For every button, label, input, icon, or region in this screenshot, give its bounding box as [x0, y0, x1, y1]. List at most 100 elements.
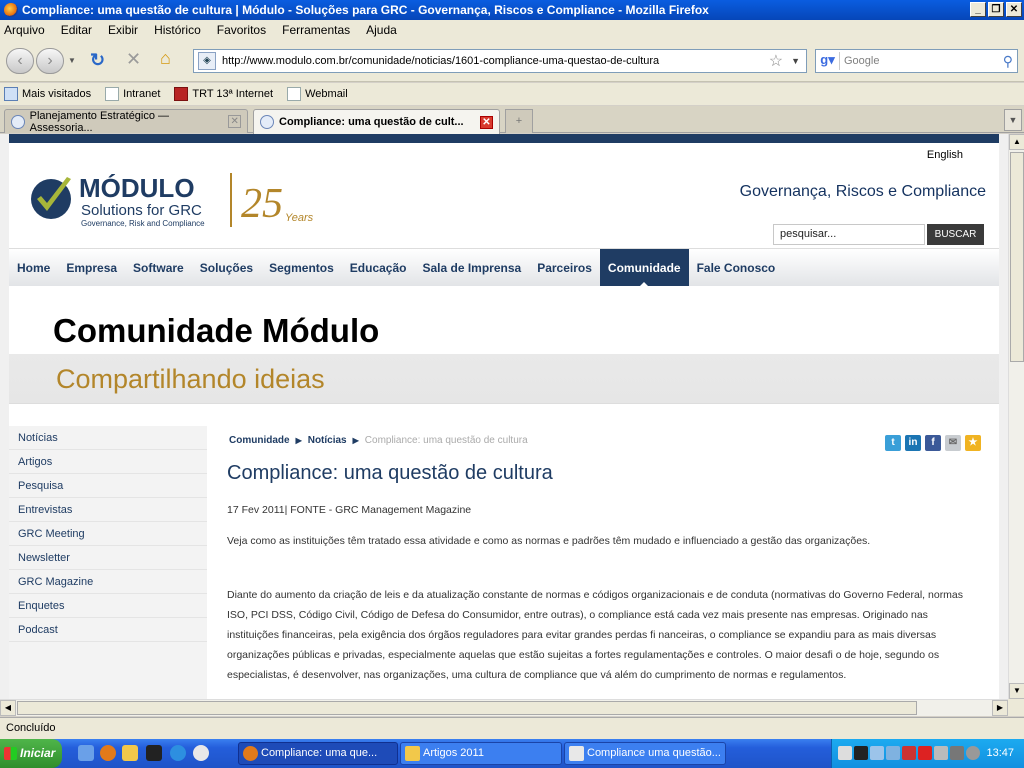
nav-solucoes[interactable]: Soluções: [192, 249, 261, 286]
tab-list-dropdown-icon[interactable]: ▼: [1004, 109, 1022, 131]
url-text[interactable]: http://www.modulo.com.br/comunidade/noti…: [222, 55, 769, 67]
sidebar-item-entrevistas[interactable]: Entrevistas: [9, 498, 207, 522]
url-dropdown-icon[interactable]: ▼: [791, 56, 800, 66]
breadcrumb-noticias[interactable]: Notícias: [308, 435, 347, 446]
tray-app-icon[interactable]: [966, 746, 980, 760]
email-icon[interactable]: ✉: [945, 435, 961, 451]
linkedin-icon[interactable]: in: [905, 435, 921, 451]
new-tab-button[interactable]: +: [505, 109, 533, 133]
maximize-button[interactable]: ❐: [988, 2, 1004, 17]
menu-ferramentas[interactable]: Ferramentas: [282, 23, 350, 37]
sidebar-item-grc-meeting[interactable]: GRC Meeting: [9, 522, 207, 546]
nav-software[interactable]: Software: [125, 249, 192, 286]
start-button[interactable]: Iniciar: [0, 739, 62, 768]
horizontal-scrollbar[interactable]: ◀ ▶: [0, 699, 1008, 716]
facebook-icon[interactable]: f: [925, 435, 941, 451]
menu-exibir[interactable]: Exibir: [108, 23, 138, 37]
twitter-icon[interactable]: t: [885, 435, 901, 451]
status-text: Concluído: [6, 722, 56, 734]
menu-editar[interactable]: Editar: [61, 23, 92, 37]
network-icon[interactable]: [886, 746, 900, 760]
tab-compliance[interactable]: Compliance: uma questão de cult... ✕: [253, 109, 500, 134]
firefox-quicklaunch-icon[interactable]: [100, 745, 116, 761]
menu-favoritos[interactable]: Favoritos: [217, 23, 266, 37]
sidebar-item-artigos[interactable]: Artigos: [9, 450, 207, 474]
nav-home[interactable]: Home: [9, 249, 58, 286]
search-placeholder[interactable]: Google: [844, 55, 1003, 67]
nav-segmentos[interactable]: Segmentos: [261, 249, 342, 286]
tab-close-icon[interactable]: ✕: [480, 115, 493, 129]
window-title: Compliance: uma questão de cultura | Mód…: [22, 3, 709, 17]
antivirus-icon[interactable]: [918, 746, 932, 760]
reload-icon[interactable]: ↻: [90, 50, 105, 71]
minimize-button[interactable]: _: [970, 2, 986, 17]
nav-educacao[interactable]: Educação: [342, 249, 415, 286]
stop-icon[interactable]: ✕: [126, 49, 141, 70]
search-icon[interactable]: ⚲: [1003, 53, 1013, 70]
tab-favicon: [11, 114, 25, 129]
history-dropdown-icon[interactable]: ▼: [68, 56, 76, 65]
keyboard-icon[interactable]: [838, 746, 852, 760]
close-button[interactable]: ✕: [1006, 2, 1022, 17]
bookmark-trt13[interactable]: TRT 13ª Internet: [174, 87, 273, 101]
sidebar-item-newsletter[interactable]: Newsletter: [9, 546, 207, 570]
security-shield-icon[interactable]: [934, 746, 948, 760]
bookmark-webmail[interactable]: Webmail: [287, 87, 348, 101]
vertical-scroll-thumb[interactable]: [1010, 152, 1024, 362]
article-lead: Veja como as instituições têm tratado es…: [227, 535, 871, 547]
scroll-right-icon[interactable]: ▶: [992, 700, 1008, 716]
menu-ajuda[interactable]: Ajuda: [366, 23, 397, 37]
address-bar[interactable]: ◈ http://www.modulo.com.br/comunidade/no…: [193, 49, 807, 73]
network-icon[interactable]: [870, 746, 884, 760]
sidebar-item-enquetes[interactable]: Enquetes: [9, 594, 207, 618]
nav-empresa[interactable]: Empresa: [58, 249, 125, 286]
vertical-scrollbar[interactable]: ▲ ▼: [1008, 134, 1024, 699]
task-artigos-2011[interactable]: Artigos 2011: [400, 742, 562, 765]
system-tray: 13:47: [831, 739, 1024, 768]
bookmark-mais-visitados[interactable]: Mais visitados: [4, 87, 91, 101]
horizontal-scroll-thumb[interactable]: [17, 701, 917, 715]
breadcrumb-current: Compliance: uma questão de cultura: [364, 435, 528, 446]
site-identity-icon[interactable]: ◈: [198, 52, 216, 70]
sidebar-item-pesquisa[interactable]: Pesquisa: [9, 474, 207, 498]
breadcrumb-separator-icon: ▶: [352, 436, 359, 445]
task-compliance-doc[interactable]: Compliance uma questão...: [564, 742, 726, 765]
app-quicklaunch-icon[interactable]: [146, 745, 162, 761]
modulo-logo[interactable]: MÓDULO Solutions for GRC Governance, Ris…: [27, 169, 357, 229]
english-link[interactable]: English: [927, 149, 963, 161]
menu-historico[interactable]: Histórico: [154, 23, 201, 37]
buscar-button[interactable]: BUSCAR: [927, 224, 984, 245]
bookmark-star-icon[interactable]: ☆: [769, 51, 783, 71]
volume-icon[interactable]: [902, 746, 916, 760]
nav-parceiros[interactable]: Parceiros: [529, 249, 600, 286]
task-compliance-firefox[interactable]: Compliance: uma que...: [238, 742, 398, 765]
home-icon[interactable]: ⌂: [160, 48, 171, 69]
menu-arquivo[interactable]: Arquivo: [4, 23, 45, 37]
scroll-down-icon[interactable]: ▼: [1009, 683, 1024, 699]
search-bar[interactable]: g▾ Google ⚲: [815, 49, 1018, 73]
tray-app-icon[interactable]: [950, 746, 964, 760]
favorite-star-icon[interactable]: ★: [965, 435, 981, 451]
google-engine-icon[interactable]: g▾: [816, 52, 840, 70]
nav-fale-conosco[interactable]: Fale Conosco: [689, 249, 784, 286]
scroll-left-icon[interactable]: ◀: [0, 700, 16, 716]
sidebar-item-noticias[interactable]: Notícias: [9, 426, 207, 450]
back-button[interactable]: ‹: [6, 48, 34, 74]
show-desktop-icon[interactable]: [78, 745, 94, 761]
logo-years-number: 25: [241, 181, 283, 227]
nav-comunidade[interactable]: Comunidade: [599, 249, 689, 286]
sidebar-item-podcast[interactable]: Podcast: [9, 618, 207, 642]
scroll-up-icon[interactable]: ▲: [1009, 134, 1024, 150]
site-search-input[interactable]: pesquisar...: [773, 224, 925, 245]
tab-planejamento[interactable]: Planejamento Estratégico — Assessoria...…: [4, 109, 248, 134]
explorer-folder-icon[interactable]: [122, 745, 138, 761]
tray-app-icon[interactable]: [854, 746, 868, 760]
internet-explorer-icon[interactable]: [170, 745, 186, 761]
sidebar-item-grc-magazine[interactable]: GRC Magazine: [9, 570, 207, 594]
forward-button[interactable]: ›: [36, 48, 64, 74]
media-player-icon[interactable]: [193, 745, 209, 761]
bookmark-intranet[interactable]: Intranet: [105, 87, 160, 101]
tab-close-icon[interactable]: ✕: [228, 115, 241, 128]
breadcrumb-comunidade[interactable]: Comunidade: [229, 435, 290, 446]
nav-sala-de-imprensa[interactable]: Sala de Imprensa: [414, 249, 529, 286]
